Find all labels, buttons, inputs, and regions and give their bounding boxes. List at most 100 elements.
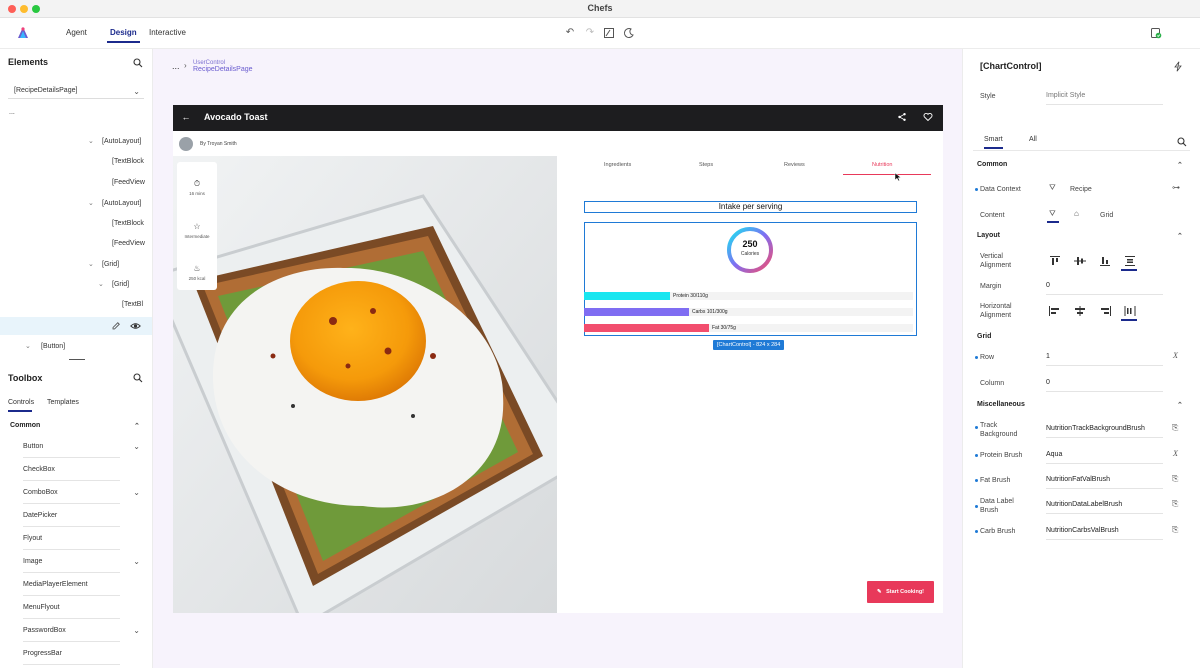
carb-brush-value[interactable]: NutritionCarbsValBrush xyxy=(1046,522,1163,540)
chevron-down-icon[interactable]: ⌄ xyxy=(133,626,140,635)
chevron-down-icon[interactable]: ⌄ xyxy=(133,557,140,566)
tab-steps[interactable]: Steps xyxy=(699,162,713,168)
tree-item[interactable]: [Grid] xyxy=(112,281,129,288)
horizontal-alignment-label: Horizontal Alignment xyxy=(980,303,1012,319)
align-center-vertical-icon[interactable] xyxy=(1073,255,1087,267)
row-value[interactable]: 1 xyxy=(1046,348,1163,366)
resource-icon[interactable]: ⎘ xyxy=(1172,423,1178,433)
tab-design[interactable]: Design xyxy=(107,28,140,43)
binding-icon[interactable]: ⛛ xyxy=(1049,209,1056,219)
status-check-icon[interactable] xyxy=(1150,27,1162,39)
undo-icon[interactable]: ↶ xyxy=(564,27,576,39)
resource-icon[interactable]: ⎘ xyxy=(1172,525,1178,535)
align-center-horizontal-icon[interactable] xyxy=(1073,305,1087,317)
edit-pencil-icon[interactable] xyxy=(111,321,121,331)
toolbox-search-icon[interactable] xyxy=(133,373,143,383)
align-stretch-vertical-icon[interactable] xyxy=(1123,255,1137,267)
theme-toggle-icon[interactable] xyxy=(623,27,635,39)
content-value[interactable]: Grid xyxy=(1100,211,1113,220)
share-icon[interactable] xyxy=(897,112,907,122)
tree-item[interactable]: [FeedView xyxy=(112,179,145,186)
tree-more[interactable]: ... xyxy=(9,109,15,116)
tree-item[interactable]: [AutoLayout] xyxy=(102,138,141,145)
section-common[interactable]: Common ⌃ xyxy=(977,161,1183,169)
tab-interactive[interactable]: Interactive xyxy=(149,28,186,37)
align-left-icon[interactable] xyxy=(1048,305,1062,317)
toolbox-item[interactable]: ProgressBar xyxy=(23,643,120,665)
chevron-up-icon: ⌃ xyxy=(1177,402,1183,409)
back-arrow-icon[interactable]: ← xyxy=(181,112,191,122)
toolbox-item[interactable]: DatePicker xyxy=(23,505,120,527)
toolbox-item-label: Button xyxy=(23,443,44,450)
tab-smart[interactable]: Smart xyxy=(984,136,1003,149)
breadcrumb-current[interactable]: RecipeDetailsPage xyxy=(193,66,253,73)
tree-item[interactable]: [TextBlock xyxy=(112,158,144,165)
tag-icon[interactable]: ⌂ xyxy=(1074,209,1079,218)
toolbox-item[interactable]: ComboBox ⌄ xyxy=(23,482,140,504)
toolbox-item[interactable]: PasswordBox ⌄ xyxy=(23,620,140,642)
tree-item[interactable]: [Grid] xyxy=(102,261,119,268)
expression-icon[interactable]: X xyxy=(1173,351,1178,360)
link-icon[interactable]: ⊶ xyxy=(1172,183,1180,192)
breadcrumb-more[interactable]: ... xyxy=(172,61,180,71)
track-background-value[interactable]: NutritionTrackBackgroundBrush xyxy=(1046,420,1163,438)
section-layout[interactable]: Layout ⌃ xyxy=(977,232,1183,240)
tree-item[interactable]: [AutoLayout] xyxy=(102,200,141,207)
data-label-brush-value[interactable]: NutritionDataLabelBrush xyxy=(1046,496,1163,514)
tab-ingredients[interactable]: Ingredients xyxy=(604,162,631,168)
tab-agent[interactable]: Agent xyxy=(66,28,87,37)
tree-expander-icon[interactable]: ⌄ xyxy=(98,280,104,288)
tree-expander-icon[interactable]: ⌄ xyxy=(25,342,31,350)
section-miscellaneous[interactable]: Miscellaneous ⌃ xyxy=(977,401,1183,409)
fat-brush-value[interactable]: NutritionFatValBrush xyxy=(1046,471,1163,489)
tree-item[interactable]: [FeedView xyxy=(112,240,145,247)
tab-reviews[interactable]: Reviews xyxy=(784,162,805,168)
visibility-eye-icon[interactable] xyxy=(130,321,141,331)
margin-value[interactable]: 0 xyxy=(1046,277,1163,295)
tab-templates[interactable]: Templates xyxy=(47,399,79,406)
style-label: Style xyxy=(980,93,996,100)
tree-item[interactable]: [TextBlock xyxy=(112,220,144,227)
favorite-heart-icon[interactable] xyxy=(923,112,933,122)
align-stretch-horizontal-icon[interactable] xyxy=(1123,305,1137,317)
tab-nutrition[interactable]: Nutrition xyxy=(872,162,892,168)
chevron-down-icon[interactable]: ⌄ xyxy=(133,442,140,451)
toolbox-item[interactable]: Button ⌄ xyxy=(23,436,140,458)
tab-controls[interactable]: Controls xyxy=(8,399,34,412)
toolbox-item[interactable]: MediaPlayerElement xyxy=(23,574,120,596)
bound-indicator-dot xyxy=(975,505,978,508)
page-selector-dropdown[interactable]: [RecipeDetailsPage] ⌄ xyxy=(8,85,144,99)
tree-expander-icon[interactable]: ⌄ xyxy=(88,137,94,145)
tree-expander-icon[interactable]: ⌄ xyxy=(88,260,94,268)
expression-icon[interactable]: X xyxy=(1173,449,1178,458)
toolbox-item[interactable]: Image ⌄ xyxy=(23,551,140,573)
redo-icon[interactable]: ↷ xyxy=(584,27,596,39)
align-bottom-icon[interactable] xyxy=(1098,255,1112,267)
elements-search-icon[interactable] xyxy=(133,58,143,68)
data-context-value[interactable]: Recipe xyxy=(1070,185,1092,194)
toolbox-item[interactable]: CheckBox xyxy=(23,459,120,481)
align-right-icon[interactable] xyxy=(1098,305,1112,317)
tree-item[interactable]: [TextBl xyxy=(122,301,143,308)
start-cooking-button[interactable]: ✎ Start Cooking! xyxy=(867,581,934,603)
chevron-down-icon[interactable]: ⌄ xyxy=(133,488,140,497)
panel-splitter[interactable] xyxy=(69,359,85,360)
section-grid[interactable]: Grid xyxy=(977,333,991,340)
toolbox-group-common[interactable]: Common ⌃ xyxy=(10,422,140,430)
tree-item[interactable]: [Button] xyxy=(41,343,65,350)
resource-icon[interactable]: ⎘ xyxy=(1172,474,1178,484)
window-title: Chefs xyxy=(587,3,613,13)
design-canvas[interactable]: ... › UserControl RecipeDetailsPage ← Av… xyxy=(153,49,962,668)
align-top-icon[interactable] xyxy=(1048,255,1062,267)
design-icon[interactable] xyxy=(603,27,615,39)
toolbox-item[interactable]: Flyout xyxy=(23,528,120,550)
flash-icon[interactable] xyxy=(1173,61,1183,72)
column-value[interactable]: 0 xyxy=(1046,374,1163,392)
resource-icon[interactable]: ⎘ xyxy=(1172,499,1178,509)
toolbox-item[interactable]: MenuFlyout xyxy=(23,597,120,619)
properties-search-icon[interactable] xyxy=(1177,137,1187,147)
tab-all[interactable]: All xyxy=(1029,136,1037,143)
style-value[interactable]: Implicit Style xyxy=(1046,87,1163,105)
tree-expander-icon[interactable]: ⌄ xyxy=(88,199,94,207)
protein-brush-value[interactable]: Aqua xyxy=(1046,446,1163,464)
